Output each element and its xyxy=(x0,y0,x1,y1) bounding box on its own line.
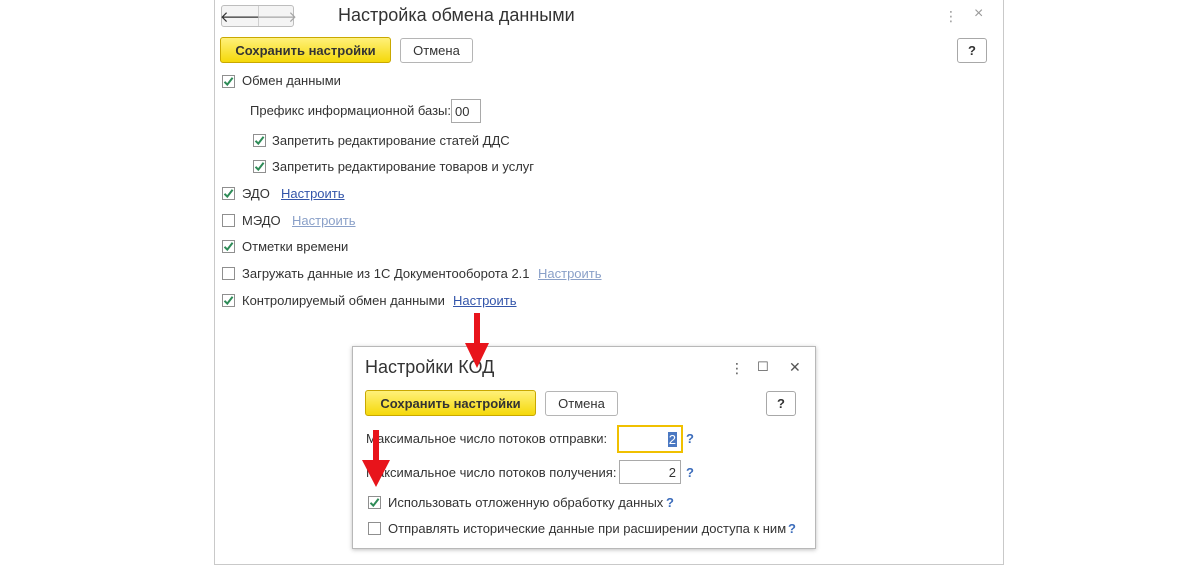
forbid-goods-checkbox[interactable] xyxy=(253,160,266,173)
arrow-right-icon: 🡒 xyxy=(256,8,298,26)
forbid-goods-label: Запретить редактирование товаров и услуг xyxy=(272,159,535,174)
dialog-close-icon[interactable]: ✕ xyxy=(789,360,801,374)
receive-threads-help-icon[interactable]: ? xyxy=(686,465,694,480)
send-threads-input[interactable]: 2 xyxy=(617,425,683,453)
controlled-exchange-configure-link[interactable]: Настроить xyxy=(453,293,517,309)
send-threads-help-icon[interactable]: ? xyxy=(686,431,694,446)
dialog-help-button[interactable]: ? xyxy=(766,391,796,416)
dialog-more-icon[interactable]: ⋮ xyxy=(730,361,744,375)
medo-checkbox[interactable] xyxy=(222,214,235,227)
arrow-left-icon: 🡐 xyxy=(219,8,261,26)
controlled-exchange-label: Контролируемый обмен данными xyxy=(242,293,445,308)
save-settings-button[interactable]: Сохранить настройки xyxy=(220,37,391,63)
historical-data-label: Отправлять исторические данные при расши… xyxy=(388,521,787,536)
docflow-import-label: Загружать данные из 1С Документооборота … xyxy=(242,266,530,281)
dialog-save-settings-button[interactable]: Сохранить настройки xyxy=(365,390,536,416)
dialog-cancel-button[interactable]: Отмена xyxy=(545,391,618,416)
edo-configure-link[interactable]: Настроить xyxy=(281,186,345,202)
cancel-button[interactable]: Отмена xyxy=(400,38,473,63)
edo-checkbox[interactable] xyxy=(222,187,235,200)
back-button[interactable]: 🡐 xyxy=(219,6,261,26)
prefix-input[interactable]: 00 xyxy=(451,99,481,123)
checkmark-icon xyxy=(254,162,265,172)
red-arrow-icon xyxy=(465,313,489,368)
exchange-checkbox[interactable] xyxy=(222,75,235,88)
prefix-label: Префикс информационной базы: xyxy=(250,103,452,118)
history-nav: 🡐 🡒 xyxy=(219,5,298,27)
timestamps-checkbox[interactable] xyxy=(222,240,235,253)
page-title: Настройка обмена данными xyxy=(338,5,575,25)
close-icon[interactable]: × xyxy=(974,6,983,22)
checkmark-icon xyxy=(223,296,234,306)
checkmark-icon xyxy=(369,498,380,508)
medo-configure-link[interactable]: Настроить xyxy=(292,213,356,229)
receive-threads-label: Максимальное число потоков получения: xyxy=(366,465,617,480)
edo-label: ЭДО xyxy=(242,186,270,201)
checkmark-icon xyxy=(223,189,234,199)
dialog-maximize-icon[interactable]: ☐ xyxy=(757,360,769,374)
receive-threads-input[interactable]: 2 xyxy=(619,460,681,484)
forward-button[interactable]: 🡒 xyxy=(256,6,298,26)
deferred-processing-label: Использовать отложенную обработку данных xyxy=(388,495,664,510)
checkmark-icon xyxy=(223,77,234,87)
help-button[interactable]: ? xyxy=(957,38,987,63)
docflow-import-checkbox[interactable] xyxy=(222,267,235,280)
deferred-processing-checkbox[interactable] xyxy=(368,496,381,509)
medo-label: МЭДО xyxy=(242,213,281,228)
forbid-dds-checkbox[interactable] xyxy=(253,134,266,147)
red-arrow-icon xyxy=(362,430,390,487)
controlled-exchange-checkbox[interactable] xyxy=(222,294,235,307)
send-threads-label: Максимальное число потоков отправки: xyxy=(366,431,608,446)
docflow-configure-link[interactable]: Настроить xyxy=(538,266,602,282)
timestamps-label: Отметки времени xyxy=(242,239,349,254)
more-menu-icon[interactable]: ⋮ xyxy=(944,9,958,23)
checkmark-icon xyxy=(254,136,265,146)
historical-data-checkbox[interactable] xyxy=(368,522,381,535)
deferred-processing-help-icon[interactable]: ? xyxy=(666,495,674,510)
checkmark-icon xyxy=(223,242,234,252)
send-threads-value: 2 xyxy=(667,431,677,447)
historical-data-help-icon[interactable]: ? xyxy=(788,521,796,536)
exchange-label: Обмен данными xyxy=(242,73,341,88)
forbid-dds-label: Запретить редактирование статей ДДС xyxy=(272,133,510,148)
